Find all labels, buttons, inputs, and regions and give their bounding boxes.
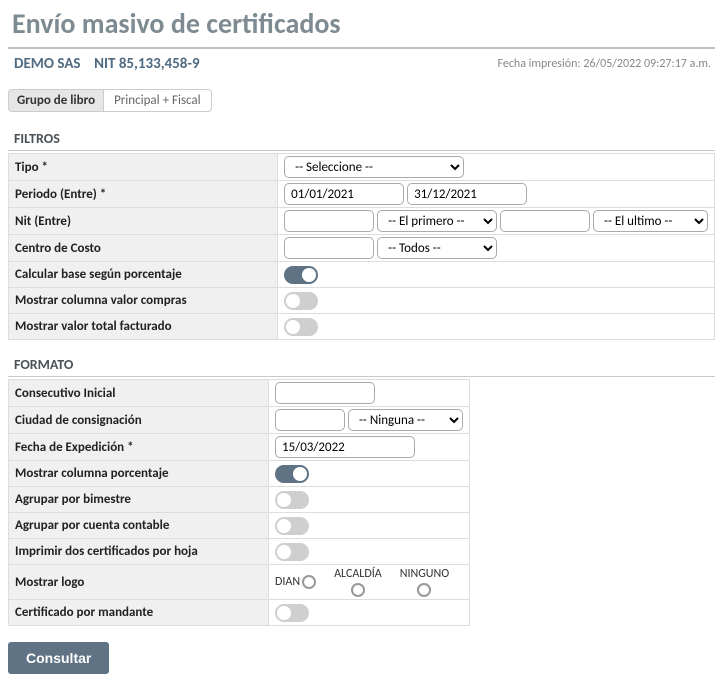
radio-circle-icon <box>302 575 316 589</box>
page-title: Envío masivo de certificados <box>8 4 715 49</box>
input-ciudad[interactable] <box>275 409 345 431</box>
toggle-mandante[interactable] <box>275 604 309 622</box>
select-tipo[interactable]: -- Seleccione -- <box>284 156 464 178</box>
company-name: DEMO SAS <box>14 55 81 73</box>
input-consecutivo[interactable] <box>275 382 375 404</box>
input-fecha-exp[interactable] <box>275 436 415 458</box>
label-agrupar-bim: Agrupar por bimestre <box>9 487 269 513</box>
select-ciudad[interactable]: -- Ninguna -- <box>348 409 463 431</box>
radio-circle-icon <box>417 583 431 597</box>
book-group: Grupo de libroPrincipal + Fiscal <box>8 89 715 112</box>
filters-title: FILTROS <box>8 130 715 151</box>
toggle-agrupar-cuenta[interactable] <box>275 517 309 535</box>
label-calc-base: Calcular base según porcentaje <box>9 262 278 288</box>
input-nit-from[interactable] <box>284 210 374 232</box>
radio-item-alcaldia[interactable]: ALCALDÍA <box>334 567 382 597</box>
input-nit-to[interactable] <box>500 210 590 232</box>
label-fecha-exp: Fecha de Expedición * <box>9 434 269 461</box>
print-date-label: Fecha impresión: <box>498 57 581 71</box>
toggle-agrupar-bim[interactable] <box>275 491 309 509</box>
company-info: DEMO SAS NIT 85,133,458-9 <box>14 55 200 73</box>
consultar-button[interactable]: Consultar <box>8 642 109 674</box>
label-centro-costo: Centro de Costo <box>9 235 278 262</box>
toggle-val-facturado[interactable] <box>284 318 318 336</box>
label-mandante: Certificado por mandante <box>9 600 269 626</box>
radio-label-dian: DIAN <box>275 575 300 589</box>
label-mostrar-logo: Mostrar logo <box>9 565 269 600</box>
print-date-value: 26/05/2022 09:27:17 a.m. <box>583 57 711 71</box>
select-centro-costo[interactable]: -- Todos -- <box>377 237 497 259</box>
company-nit-label: NIT <box>94 55 115 73</box>
select-nit-from[interactable]: -- El primero -- <box>377 210 497 232</box>
label-consecutivo: Consecutivo Inicial <box>9 380 269 407</box>
label-periodo: Periodo (Entre) * <box>9 181 278 208</box>
radio-label-ninguno: NINGUNO <box>400 567 449 581</box>
label-col-pct: Mostrar columna porcentaje <box>9 461 269 487</box>
radio-item-ninguno[interactable]: NINGUNO <box>400 567 449 597</box>
input-periodo-to[interactable] <box>407 183 527 205</box>
print-date: Fecha impresión: 26/05/2022 09:27:17 a.m… <box>498 57 711 71</box>
toggle-col-pct[interactable] <box>275 465 309 483</box>
company-nit: 85,133,458-9 <box>119 55 200 73</box>
input-periodo-from[interactable] <box>284 183 404 205</box>
toggle-dos-por-hoja[interactable] <box>275 543 309 561</box>
book-group-label: Grupo de libro <box>8 89 104 112</box>
radio-item-dian[interactable]: DIAN <box>275 575 316 589</box>
book-group-value[interactable]: Principal + Fiscal <box>104 89 212 112</box>
label-dos-por-hoja: Imprimir dos certificados por hoja <box>9 539 269 565</box>
format-title: FORMATO <box>8 356 715 377</box>
input-centro-costo[interactable] <box>284 237 374 259</box>
label-nit: Nit (Entre) <box>9 208 278 235</box>
label-val-facturado: Mostrar valor total facturado <box>9 314 278 340</box>
toggle-calc-base[interactable] <box>284 266 318 284</box>
label-tipo: Tipo * <box>9 154 278 181</box>
label-ciudad: Ciudad de consignación <box>9 407 269 434</box>
radio-circle-icon <box>351 583 365 597</box>
select-nit-to[interactable]: -- El ultimo -- <box>593 210 708 232</box>
label-agrupar-cuenta: Agrupar por cuenta contable <box>9 513 269 539</box>
toggle-col-compras[interactable] <box>284 292 318 310</box>
label-col-compras: Mostrar columna valor compras <box>9 288 278 314</box>
radio-label-alcaldia: ALCALDÍA <box>334 567 382 581</box>
